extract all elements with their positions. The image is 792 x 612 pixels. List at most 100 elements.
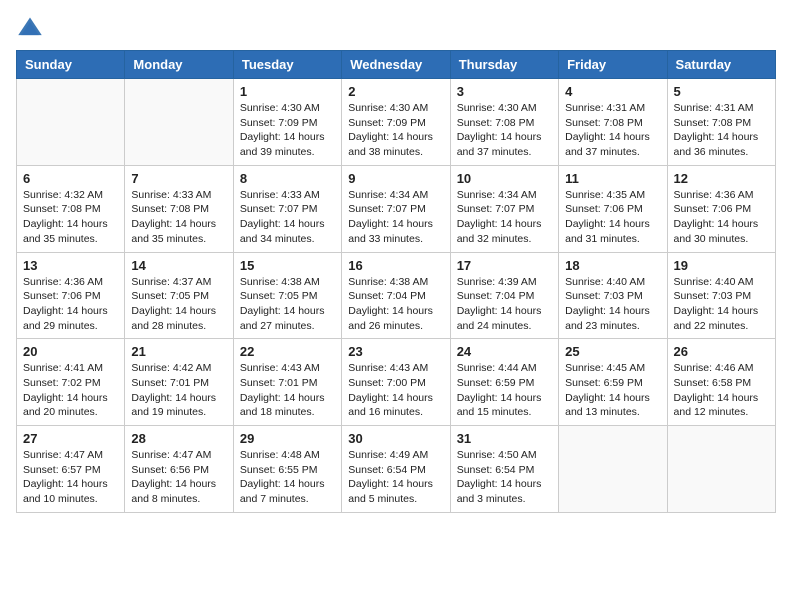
header-monday: Monday: [125, 51, 233, 79]
day-number: 15: [240, 258, 335, 273]
day-number: 21: [131, 344, 226, 359]
day-content: Sunrise: 4:33 AM Sunset: 7:08 PM Dayligh…: [131, 188, 226, 247]
day-number: 10: [457, 171, 552, 186]
day-number: 16: [348, 258, 443, 273]
day-cell: 29 Sunrise: 4:48 AM Sunset: 6:55 PM Dayli…: [233, 426, 341, 513]
day-content: Sunrise: 4:45 AM Sunset: 6:59 PM Dayligh…: [565, 361, 660, 420]
day-number: 20: [23, 344, 118, 359]
day-cell: 16 Sunrise: 4:38 AM Sunset: 7:04 PM Dayli…: [342, 252, 450, 339]
day-cell: [17, 79, 125, 166]
day-number: 17: [457, 258, 552, 273]
day-cell: 26 Sunrise: 4:46 AM Sunset: 6:58 PM Dayli…: [667, 339, 775, 426]
day-number: 23: [348, 344, 443, 359]
day-cell: 6 Sunrise: 4:32 AM Sunset: 7:08 PM Daylig…: [17, 165, 125, 252]
logo-icon: [16, 16, 44, 38]
day-content: Sunrise: 4:43 AM Sunset: 7:01 PM Dayligh…: [240, 361, 335, 420]
day-cell: 5 Sunrise: 4:31 AM Sunset: 7:08 PM Daylig…: [667, 79, 775, 166]
day-cell: 13 Sunrise: 4:36 AM Sunset: 7:06 PM Dayli…: [17, 252, 125, 339]
day-content: Sunrise: 4:38 AM Sunset: 7:05 PM Dayligh…: [240, 275, 335, 334]
page-header: [16, 16, 776, 38]
day-content: Sunrise: 4:43 AM Sunset: 7:00 PM Dayligh…: [348, 361, 443, 420]
day-cell: 4 Sunrise: 4:31 AM Sunset: 7:08 PM Daylig…: [559, 79, 667, 166]
day-cell: 24 Sunrise: 4:44 AM Sunset: 6:59 PM Dayli…: [450, 339, 558, 426]
day-number: 6: [23, 171, 118, 186]
day-number: 4: [565, 84, 660, 99]
header-thursday: Thursday: [450, 51, 558, 79]
day-cell: 18Sunrise: 4:40 AM Sunset: 7:03 PM Dayli…: [559, 252, 667, 339]
day-cell: 9 Sunrise: 4:34 AM Sunset: 7:07 PM Daylig…: [342, 165, 450, 252]
day-cell: 8Sunrise: 4:33 AM Sunset: 7:07 PM Daylig…: [233, 165, 341, 252]
day-cell: 2Sunrise: 4:30 AM Sunset: 7:09 PM Daylig…: [342, 79, 450, 166]
day-number: 26: [674, 344, 769, 359]
day-cell: [667, 426, 775, 513]
week-row-5: 27 Sunrise: 4:47 AM Sunset: 6:57 PM Dayli…: [17, 426, 776, 513]
day-number: 14: [131, 258, 226, 273]
day-cell: 1Sunrise: 4:30 AM Sunset: 7:09 PM Daylig…: [233, 79, 341, 166]
day-cell: [125, 79, 233, 166]
day-cell: 3Sunrise: 4:30 AM Sunset: 7:08 PM Daylig…: [450, 79, 558, 166]
day-content: Sunrise: 4:37 AM Sunset: 7:05 PM Dayligh…: [131, 275, 226, 334]
day-cell: 12 Sunrise: 4:36 AM Sunset: 7:06 PM Dayli…: [667, 165, 775, 252]
day-number: 29: [240, 431, 335, 446]
day-number: 30: [348, 431, 443, 446]
day-cell: 17Sunrise: 4:39 AM Sunset: 7:04 PM Dayli…: [450, 252, 558, 339]
day-content: Sunrise: 4:38 AM Sunset: 7:04 PM Dayligh…: [348, 275, 443, 334]
day-content: Sunrise: 4:44 AM Sunset: 6:59 PM Dayligh…: [457, 361, 552, 420]
header-friday: Friday: [559, 51, 667, 79]
day-content: Sunrise: 4:32 AM Sunset: 7:08 PM Dayligh…: [23, 188, 118, 247]
day-content: Sunrise: 4:34 AM Sunset: 7:07 PM Dayligh…: [457, 188, 552, 247]
day-cell: 25 Sunrise: 4:45 AM Sunset: 6:59 PM Dayli…: [559, 339, 667, 426]
day-content: Sunrise: 4:30 AM Sunset: 7:09 PM Dayligh…: [240, 101, 335, 160]
day-content: Sunrise: 4:50 AM Sunset: 6:54 PM Dayligh…: [457, 448, 552, 507]
day-number: 22: [240, 344, 335, 359]
week-row-4: 20 Sunrise: 4:41 AM Sunset: 7:02 PM Dayli…: [17, 339, 776, 426]
day-content: Sunrise: 4:41 AM Sunset: 7:02 PM Dayligh…: [23, 361, 118, 420]
week-row-3: 13 Sunrise: 4:36 AM Sunset: 7:06 PM Dayli…: [17, 252, 776, 339]
day-number: 5: [674, 84, 769, 99]
day-content: Sunrise: 4:36 AM Sunset: 7:06 PM Dayligh…: [674, 188, 769, 247]
day-content: Sunrise: 4:31 AM Sunset: 7:08 PM Dayligh…: [565, 101, 660, 160]
day-number: 31: [457, 431, 552, 446]
day-number: 9: [348, 171, 443, 186]
day-content: Sunrise: 4:33 AM Sunset: 7:07 PM Dayligh…: [240, 188, 335, 247]
day-cell: 27 Sunrise: 4:47 AM Sunset: 6:57 PM Dayli…: [17, 426, 125, 513]
day-cell: [559, 426, 667, 513]
day-content: Sunrise: 4:47 AM Sunset: 6:56 PM Dayligh…: [131, 448, 226, 507]
header-sunday: Sunday: [17, 51, 125, 79]
day-cell: 22 Sunrise: 4:43 AM Sunset: 7:01 PM Dayli…: [233, 339, 341, 426]
day-cell: 30Sunrise: 4:49 AM Sunset: 6:54 PM Dayli…: [342, 426, 450, 513]
day-cell: 7 Sunrise: 4:33 AM Sunset: 7:08 PM Daylig…: [125, 165, 233, 252]
day-number: 19: [674, 258, 769, 273]
day-content: Sunrise: 4:34 AM Sunset: 7:07 PM Dayligh…: [348, 188, 443, 247]
logo: [16, 16, 48, 38]
day-content: Sunrise: 4:46 AM Sunset: 6:58 PM Dayligh…: [674, 361, 769, 420]
day-content: Sunrise: 4:48 AM Sunset: 6:55 PM Dayligh…: [240, 448, 335, 507]
day-content: Sunrise: 4:42 AM Sunset: 7:01 PM Dayligh…: [131, 361, 226, 420]
calendar-header-row: SundayMondayTuesdayWednesdayThursdayFrid…: [17, 51, 776, 79]
day-cell: 11Sunrise: 4:35 AM Sunset: 7:06 PM Dayli…: [559, 165, 667, 252]
day-content: Sunrise: 4:40 AM Sunset: 7:03 PM Dayligh…: [674, 275, 769, 334]
day-number: 3: [457, 84, 552, 99]
day-number: 24: [457, 344, 552, 359]
week-row-2: 6 Sunrise: 4:32 AM Sunset: 7:08 PM Daylig…: [17, 165, 776, 252]
day-number: 27: [23, 431, 118, 446]
day-number: 25: [565, 344, 660, 359]
week-row-1: 1Sunrise: 4:30 AM Sunset: 7:09 PM Daylig…: [17, 79, 776, 166]
day-number: 13: [23, 258, 118, 273]
day-content: Sunrise: 4:31 AM Sunset: 7:08 PM Dayligh…: [674, 101, 769, 160]
day-content: Sunrise: 4:47 AM Sunset: 6:57 PM Dayligh…: [23, 448, 118, 507]
day-content: Sunrise: 4:40 AM Sunset: 7:03 PM Dayligh…: [565, 275, 660, 334]
day-cell: 31 Sunrise: 4:50 AM Sunset: 6:54 PM Dayli…: [450, 426, 558, 513]
header-tuesday: Tuesday: [233, 51, 341, 79]
day-cell: 23 Sunrise: 4:43 AM Sunset: 7:00 PM Dayli…: [342, 339, 450, 426]
day-content: Sunrise: 4:36 AM Sunset: 7:06 PM Dayligh…: [23, 275, 118, 334]
header-saturday: Saturday: [667, 51, 775, 79]
day-number: 11: [565, 171, 660, 186]
day-cell: 19 Sunrise: 4:40 AM Sunset: 7:03 PM Dayli…: [667, 252, 775, 339]
day-number: 7: [131, 171, 226, 186]
day-cell: 14 Sunrise: 4:37 AM Sunset: 7:05 PM Dayli…: [125, 252, 233, 339]
day-cell: 10 Sunrise: 4:34 AM Sunset: 7:07 PM Dayli…: [450, 165, 558, 252]
day-number: 12: [674, 171, 769, 186]
calendar-table: SundayMondayTuesdayWednesdayThursdayFrid…: [16, 50, 776, 513]
day-cell: 20 Sunrise: 4:41 AM Sunset: 7:02 PM Dayli…: [17, 339, 125, 426]
